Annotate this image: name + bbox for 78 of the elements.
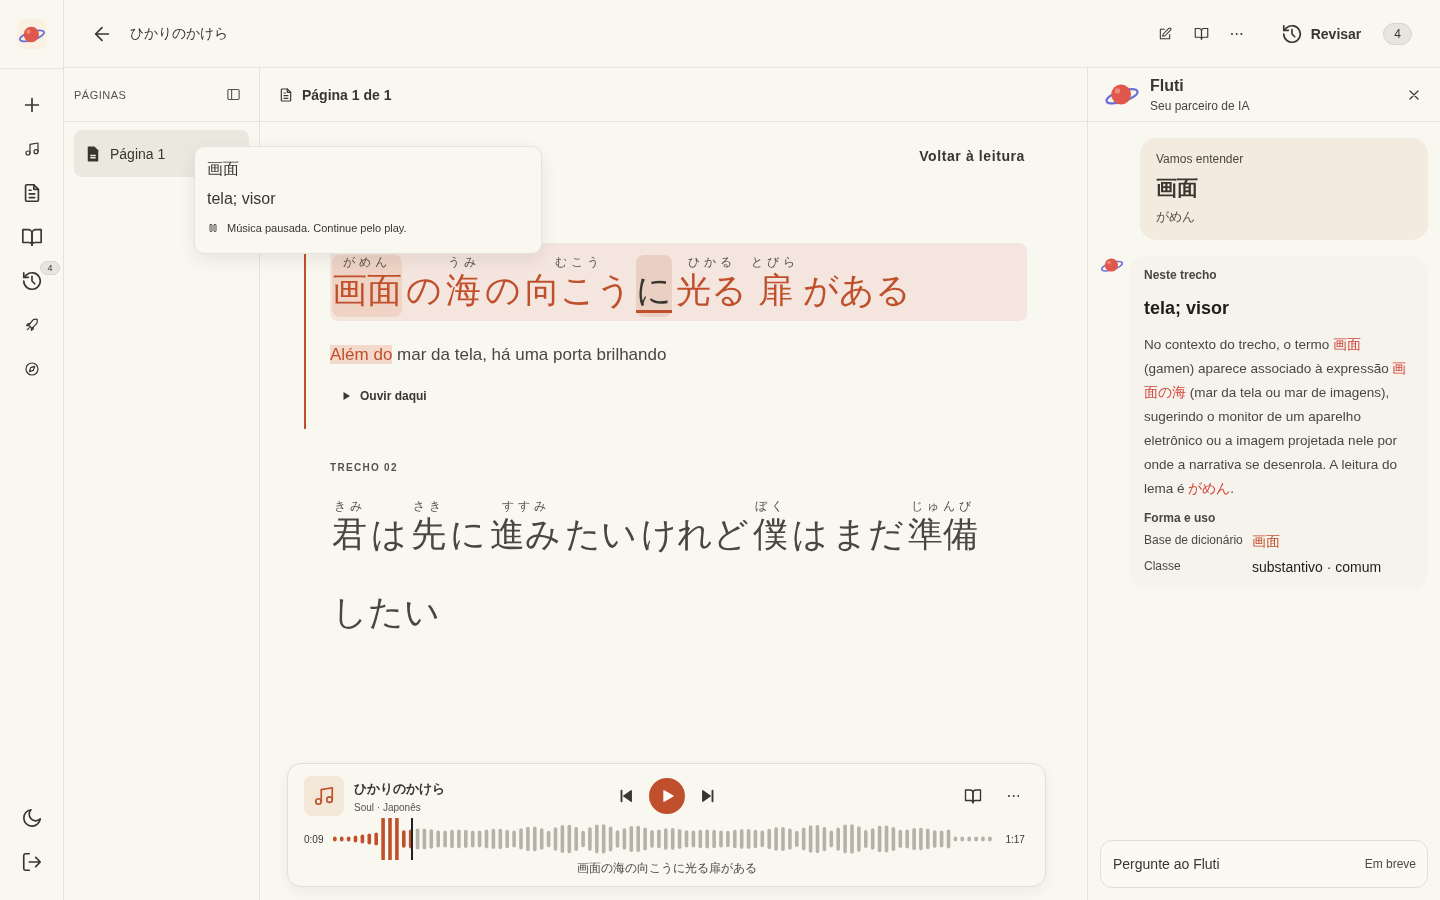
pause-icon (207, 222, 219, 234)
assistant-subtitle: Seu parceiro de IA (1150, 98, 1250, 113)
music-icon (23, 141, 40, 157)
history-icon (1280, 22, 1303, 45)
play-button[interactable] (648, 778, 685, 814)
passage-label: TRECHO 02 (330, 462, 399, 473)
elapsed-time: 0:09 (304, 833, 324, 845)
reading-mode-button[interactable] (1194, 26, 1210, 41)
query-word: 画面 (1156, 175, 1199, 202)
word-token[interactable]: むこう 向こう (525, 255, 632, 317)
translation-text: Além do mar da tela, há uma porta brilhando (330, 345, 668, 365)
rocket-icon (23, 317, 40, 333)
word-token[interactable]: の (485, 255, 521, 317)
word-token[interactable]: たい (565, 499, 637, 561)
word-token[interactable]: じゅんび 準備 (908, 499, 978, 561)
book-icon (20, 226, 43, 248)
book-icon (1194, 26, 1210, 41)
book-icon (963, 787, 982, 805)
planet-avatar-icon (1100, 256, 1124, 274)
lyrics-button[interactable] (963, 787, 982, 805)
edit-button[interactable] (1158, 26, 1173, 41)
answer-meaning: tela; visor (1144, 298, 1231, 319)
detail-label: Classe (1144, 559, 1182, 575)
assistant-name: Fluti (1150, 76, 1185, 95)
playhead[interactable] (410, 818, 413, 860)
edit-icon (1158, 26, 1173, 41)
count-badge: 4 (40, 261, 60, 275)
word-token[interactable]: うみ 海 (446, 255, 481, 317)
word-token[interactable]: したい (332, 577, 440, 639)
more-icon (1231, 32, 1243, 35)
detail-value: substantivo · comum (1252, 559, 1383, 575)
word-token[interactable]: の (406, 255, 442, 317)
coming-soon-note: Em breve (1364, 857, 1416, 871)
history-icon (20, 270, 43, 292)
word-token[interactable]: きみ 君 (332, 499, 367, 561)
compass-icon (23, 361, 40, 377)
music-note-icon (313, 785, 335, 807)
sidebar-toggle-icon (226, 87, 241, 102)
word-token[interactable]: がある (803, 255, 911, 317)
word-token[interactable]: ぼく 僕 (753, 499, 788, 561)
lyric-caption: 画面の海の向こうに光る扉がある (575, 860, 758, 877)
section-heading: Forma e uso (1144, 511, 1217, 525)
word-token[interactable]: に (450, 499, 486, 561)
popup-meaning: tela; visor (207, 190, 277, 208)
word-token[interactable]: に (636, 255, 672, 317)
more-button[interactable] (1231, 32, 1243, 35)
count-badge: 4 (1383, 22, 1412, 45)
track-subtitle: Soul · Japonês (354, 801, 422, 813)
playback-status: Música pausada. Continue pelo play. (227, 222, 407, 234)
detail-value: 画面 (1252, 533, 1281, 551)
query-reading: がめん (1156, 208, 1196, 226)
word-token[interactable]: けれど (641, 499, 749, 561)
logout-icon (20, 851, 43, 873)
review-button[interactable]: Revisar (1280, 22, 1362, 45)
duration-time: 1:17 (1005, 833, 1025, 845)
listen-button[interactable]: Ouvir daqui (340, 389, 427, 403)
popup-word: 画面 (207, 159, 240, 180)
panel-heading: PÁGINAS (74, 88, 127, 101)
waveform-scrubber[interactable] (331, 818, 994, 860)
document-title: ひかりのかけら (130, 24, 228, 43)
word-token[interactable]: まだ (832, 499, 904, 561)
word-token[interactable]: は (792, 499, 828, 561)
word-token[interactable]: は (371, 499, 407, 561)
word-token[interactable]: さき 先 (411, 499, 446, 561)
collapse-button[interactable] (226, 87, 241, 102)
answer-label: Neste trecho (1144, 268, 1218, 282)
word-token[interactable]: ひかる 光る (676, 255, 747, 317)
explanation-text: No contexto do trecho, o termo 画面 (gamen) aparece associado à expressão 画面の海 (mar da tela ou mar de imagens), sugerindo o monitor de um aparelho eletrônico ou a imagem projetada nele por onde a narrativa se desenrola. A leitura do lema é がめん. (1144, 336, 1408, 498)
word-token[interactable]: すすみ 進み (490, 499, 561, 561)
page-icon (278, 86, 294, 103)
word-token[interactable]: とびら 扉 (751, 255, 799, 317)
moon-icon (20, 807, 43, 829)
back-to-reading-link[interactable]: Voltar à leitura (919, 148, 1025, 164)
word-token[interactable]: がめん 画面 (332, 255, 402, 317)
detail-label: Base de dicionário (1144, 533, 1244, 549)
query-label: Vamos entender (1156, 152, 1245, 166)
track-title: ひかりのかけら (354, 779, 445, 798)
page-indicator: Página 1 de 1 (302, 86, 392, 103)
